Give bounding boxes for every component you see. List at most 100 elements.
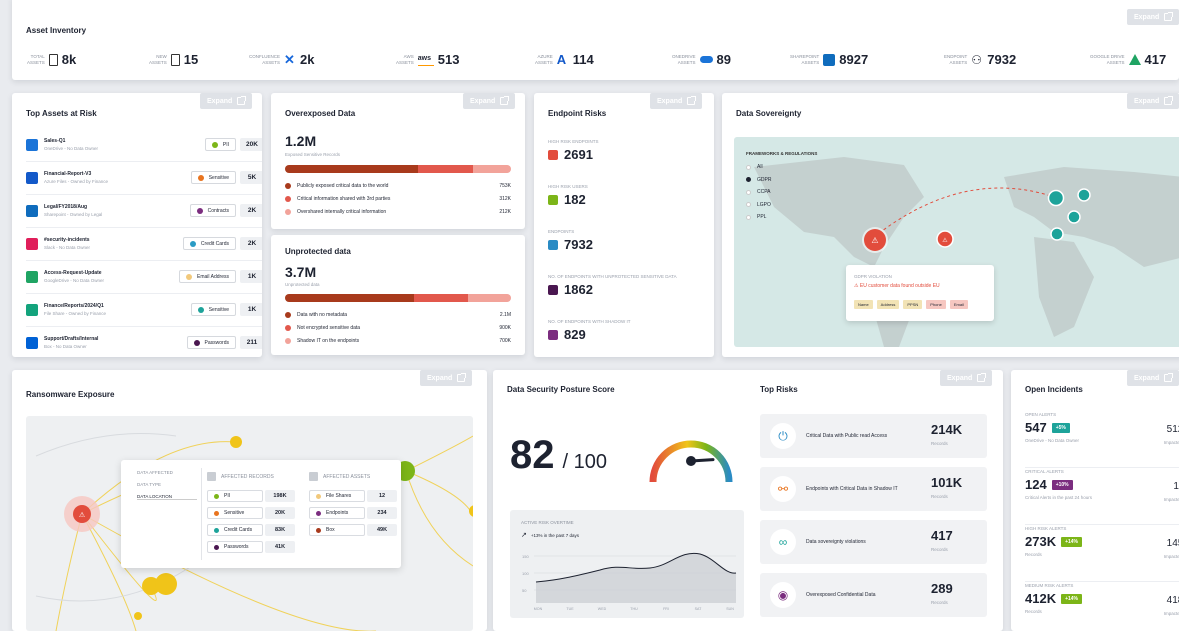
incident-badge: +10% [1051,479,1073,490]
card-title: Data Security Posture Score [507,385,615,394]
framework-radio[interactable]: LGPO [746,202,771,208]
asset-row[interactable]: Access-Request-Update GoogleDrive - No Da… [26,261,262,294]
asset-row[interactable]: Legal/FY2018/Aug Sharepoint - Owned by Le… [26,195,262,228]
data-type-tag[interactable]: Contracts [189,204,236,217]
data-type-tag[interactable]: Sensitive [190,171,236,184]
impacted-value: 145K [1166,538,1179,549]
expand-label: Expand [470,97,496,105]
ransomware-graph[interactable]: ⚠ DATA AFFECTED DATA TYPE DATA LOCATION AF… [26,416,473,631]
endpoint-metric[interactable]: NO. OF ENDPOINTS WITH SHADOW IT 829 [548,319,631,342]
inv-confluence[interactable]: CONFLUENCE ASSETS ✕ 2k [249,52,314,67]
expand-button[interactable]: Expand [1127,93,1179,109]
legend-value: 312K [499,196,511,202]
asset-text: Support/Drafts/Internal Box - No Data Own… [44,336,98,350]
card-title: Ransomware Exposure [26,390,115,399]
radio-checked-icon [746,177,751,182]
asset-row[interactable]: Support/Drafts/Internal Box - No Data Own… [26,327,262,357]
data-type-tag[interactable]: Passwords [186,336,236,349]
assets-title: AFFECTED ASSETS [323,473,371,480]
affected-value: 12 [367,490,397,502]
asset-count: 1K [240,270,262,283]
data-type-tag[interactable]: PII [204,138,236,151]
endpoint-metric[interactable]: ENDPOINTS 7932 [548,229,593,252]
incident-item[interactable]: MEDIUM RISK ALERTS412K+14%Records418KImp… [1025,583,1179,631]
ransomware-menu-item[interactable]: DATA AFFECTED [137,470,173,475]
expand-button[interactable]: Expand [1127,9,1179,25]
inventory-metrics: TOTAL ASSETS 8k NEW ASSETS 15 CONFLUENCE ASSE… [0,44,1179,74]
expand-button[interactable]: Expand [420,370,473,386]
risk-item[interactable]: ⚯ Endpoints with Critical Data in Shadow … [760,467,987,511]
trend-x-label: TUE [566,607,574,611]
incident-label: CRITICAL ALERTS [1025,469,1064,474]
asset-count: 211 [240,336,262,349]
asset-row[interactable]: Sales-Q1 OneDrive - No Data Owner PII 20K [26,129,262,162]
legend-value: 900K [499,325,511,331]
legend-value: 212K [499,209,511,215]
risk-item[interactable]: ∞ Data sovereignty violations 417 Records [760,520,987,564]
expand-button[interactable]: Expand [200,93,253,109]
eye-icon: ◉ [770,582,796,608]
external-link-icon [1164,373,1174,382]
affected-row[interactable]: Box 49K [309,524,397,536]
svg-text:⚠: ⚠ [871,236,878,245]
affected-row[interactable]: Passwords 41K [207,541,295,553]
external-link-icon [687,96,697,105]
affected-row[interactable]: PII 198K [207,490,295,502]
inv-azure[interactable]: AZURE ASSETS A 114 [535,52,594,67]
inv-aws[interactable]: AWS ASSETS aws 513 [396,52,459,67]
expand-label: Expand [427,374,453,382]
risk-label: Data sovereignty violations [806,539,866,545]
legend-value: 700K [499,338,511,344]
asset-row[interactable]: #security-incidents Slack - No Data Owner… [26,228,262,261]
framework-radio[interactable]: GDPR [746,177,771,183]
ransomware-menu-item[interactable]: DATA TYPE [137,482,161,487]
legend-value: 753K [499,183,511,189]
asset-source: File Share - Owned by Finance [44,311,107,316]
affected-label-cell: PII [207,490,263,502]
legend-dot [285,209,291,215]
radio-icon [746,202,751,207]
asset-text: Legal/FY2018/Aug Sharepoint - Owned by Le… [44,204,102,218]
overexposed-sub: Exposed Sensitive Records [285,152,341,157]
incident-item[interactable]: HIGH RISK ALERTS273K+14%Records145KImpac… [1025,526,1179,582]
affected-row[interactable]: Sensitive 20K [207,507,295,519]
expand-button[interactable]: Expand [650,93,703,109]
bar-segment [472,165,511,173]
inv-new[interactable]: NEW ASSETS 15 [149,52,198,67]
world-map[interactable]: ⚠ ⚠ FRAMEWORKS & REGULATIONS All GDPR CCPA… [734,137,1179,347]
incident-item[interactable]: CRITICAL ALERTS 124 +10% Critical Alerts in… [1025,469,1179,525]
data-type-tag[interactable]: Credit Cards [182,237,236,250]
inv-value: 15 [183,52,199,67]
asset-row[interactable]: Financial-Report-V3 Azure Files - Owned b… [26,162,262,195]
risk-item[interactable]: ⏻ Critical Data with Public read Access 21… [760,414,987,458]
framework-radio[interactable]: PPL [746,214,766,220]
asset-row[interactable]: Finance/Reports/2024/Q1 File Share - Owne… [26,294,262,327]
data-type-tag[interactable]: Email Address [179,270,236,283]
asset-name: Legal/FY2018/Aug [44,204,88,210]
inv-endpoint[interactable]: ENDPOINT ASSETS ⚇ 7932 [944,52,1016,67]
endpoint-metric[interactable]: HIGH RISK USERS 182 [548,184,588,207]
risk-item[interactable]: ◉ Overexposed Confidential Data 289 Records [760,573,987,617]
asset-count: 20K [240,138,262,151]
affected-dot [214,527,219,533]
affected-row[interactable]: Credit Cards 83K [207,524,295,536]
affected-row[interactable]: Endpoints 234 [309,507,397,519]
affected-label-cell: Passwords [207,541,263,553]
expand-button[interactable]: Expand [940,370,993,386]
endpoint-metric[interactable]: NO. OF ENDPOINTS WITH UNPROTECTED SENSIT… [548,274,677,297]
tag-dot [211,141,218,148]
inv-onedrive[interactable]: ONEDRIVE ASSETS 89 [672,52,731,67]
tag-label: Email Address [197,273,229,280]
framework-radio[interactable]: All [746,164,763,170]
inv-total[interactable]: TOTAL ASSETS 8k [27,52,76,67]
endpoint-metric[interactable]: HIGH RISK ENDPOINTS 2691 [548,139,599,162]
ransomware-menu-item[interactable]: DATA LOCATION [137,494,197,500]
inv-sharepoint[interactable]: SHAREPOINT ASSETS 8927 [790,52,868,67]
expand-button[interactable]: Expand [463,93,516,109]
incident-item[interactable]: OPEN ALERTS 547 +5% OneDrive - No Data Owne… [1025,412,1179,468]
framework-radio[interactable]: CCPA [746,189,771,195]
expand-button[interactable]: Expand [1127,370,1179,386]
affected-row[interactable]: File Shares 12 [309,490,397,502]
inv-google-drive[interactable]: GOOGLE DRIVE ASSETS 417 [1090,52,1166,67]
data-type-tag[interactable]: Sensitive [190,303,236,316]
